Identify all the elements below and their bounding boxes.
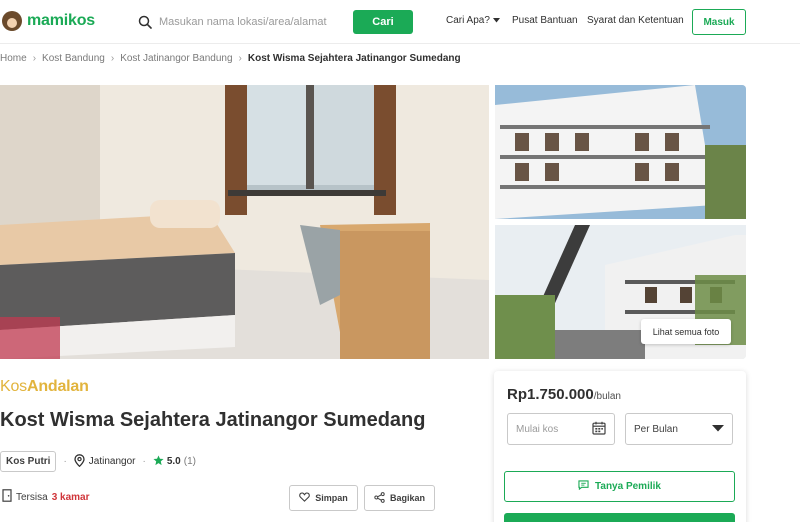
- search-icon: [131, 8, 159, 36]
- chevron-right-icon: ›: [110, 53, 115, 64]
- share-button[interactable]: Bagikan: [364, 485, 435, 511]
- door-icon: [2, 489, 12, 505]
- star-icon: [153, 454, 164, 469]
- save-button[interactable]: Simpan: [289, 485, 358, 511]
- calendar-icon: [592, 421, 606, 438]
- rooms-available: Tersisa 3 kamar: [2, 489, 90, 505]
- rating[interactable]: 5.0 (1): [153, 454, 196, 469]
- search-button[interactable]: Cari: [353, 10, 413, 34]
- price-unit: /bulan: [593, 391, 621, 402]
- chat-icon: [578, 480, 589, 493]
- heart-icon: [299, 492, 311, 504]
- kos-type-badge: Kos Putri: [0, 451, 57, 472]
- search-bar: Cari: [131, 8, 413, 36]
- search-input[interactable]: [159, 9, 343, 35]
- separator-dot: ·: [63, 456, 67, 467]
- top-header: mamikos Cari Cari Apa? Pusat Bantuan Sya…: [0, 0, 800, 44]
- nav-cari-apa-label: Cari Apa?: [446, 15, 490, 26]
- rating-count: (1): [183, 456, 196, 467]
- start-date-field[interactable]: Mulai kos: [507, 413, 615, 445]
- chevron-right-icon: ›: [238, 53, 242, 64]
- kos-andalan-suffix: Andalan: [26, 378, 89, 395]
- building-photo-front[interactable]: [495, 85, 746, 219]
- kos-andalan-badge: KosAndalan: [0, 378, 89, 396]
- login-button[interactable]: Masuk: [692, 9, 746, 35]
- rent-period-value: Per Bulan: [634, 423, 678, 435]
- share-label: Bagikan: [389, 493, 425, 503]
- location-pin-icon: [74, 453, 85, 470]
- price-value: Rp1.750.000: [507, 386, 594, 403]
- rooms-left-count: 3 kamar: [51, 491, 90, 503]
- mamikos-logo[interactable]: mamikos: [2, 11, 95, 31]
- listing-meta: Kos Putri · Jatinangor · 5.0 (1): [0, 451, 196, 472]
- share-icon: [374, 491, 385, 505]
- nav-syarat-link[interactable]: Syarat dan Ketentuan: [587, 15, 684, 26]
- see-all-photos-button[interactable]: Lihat semua foto: [641, 319, 731, 344]
- separator-dot: ·: [142, 456, 146, 467]
- kos-andalan-prefix: Kos: [0, 378, 27, 395]
- mamikos-logo-icon: [2, 11, 22, 31]
- rent-period-select[interactable]: Per Bulan: [625, 413, 733, 445]
- location-label: Jatinangor: [88, 456, 136, 467]
- logo-text: mamikos: [27, 12, 95, 29]
- caret-down-icon: [712, 424, 724, 435]
- caret-down-icon: [492, 15, 500, 26]
- nav-pusat-bantuan-link[interactable]: Pusat Bantuan: [512, 15, 578, 26]
- breadcrumb-current: Kost Wisma Sejahtera Jatinangor Sumedang: [247, 53, 461, 64]
- price: Rp1.750.000/bulan: [507, 386, 621, 403]
- start-date-placeholder: Mulai kos: [516, 423, 559, 435]
- ask-owner-button[interactable]: Tanya Pemilik: [504, 471, 735, 502]
- rooms-prefix: Tersisa: [16, 491, 48, 503]
- breadcrumb-kost-jatinangor[interactable]: Kost Jatinangor Bandung: [120, 53, 232, 64]
- breadcrumb-kost-bandung[interactable]: Kost Bandung: [42, 53, 105, 64]
- save-label: Simpan: [315, 493, 348, 503]
- breadcrumb: Home › Kost Bandung › Kost Jatinangor Ba…: [0, 53, 461, 64]
- ask-owner-label: Tanya Pemilik: [595, 481, 661, 492]
- main-photo-bedroom[interactable]: [0, 85, 489, 359]
- submit-rent-button[interactable]: [504, 513, 735, 522]
- listing-title: Kost Wisma Sejahtera Jatinangor Sumedang: [0, 409, 426, 431]
- nav-cari-apa-dropdown[interactable]: Cari Apa?: [446, 15, 500, 26]
- location[interactable]: Jatinangor: [74, 453, 136, 470]
- rating-value: 5.0: [166, 456, 181, 467]
- booking-card: Rp1.750.000/bulan Mulai kos Per Bulan Ta…: [494, 371, 746, 522]
- breadcrumb-home[interactable]: Home: [0, 53, 27, 64]
- chevron-right-icon: ›: [32, 53, 37, 64]
